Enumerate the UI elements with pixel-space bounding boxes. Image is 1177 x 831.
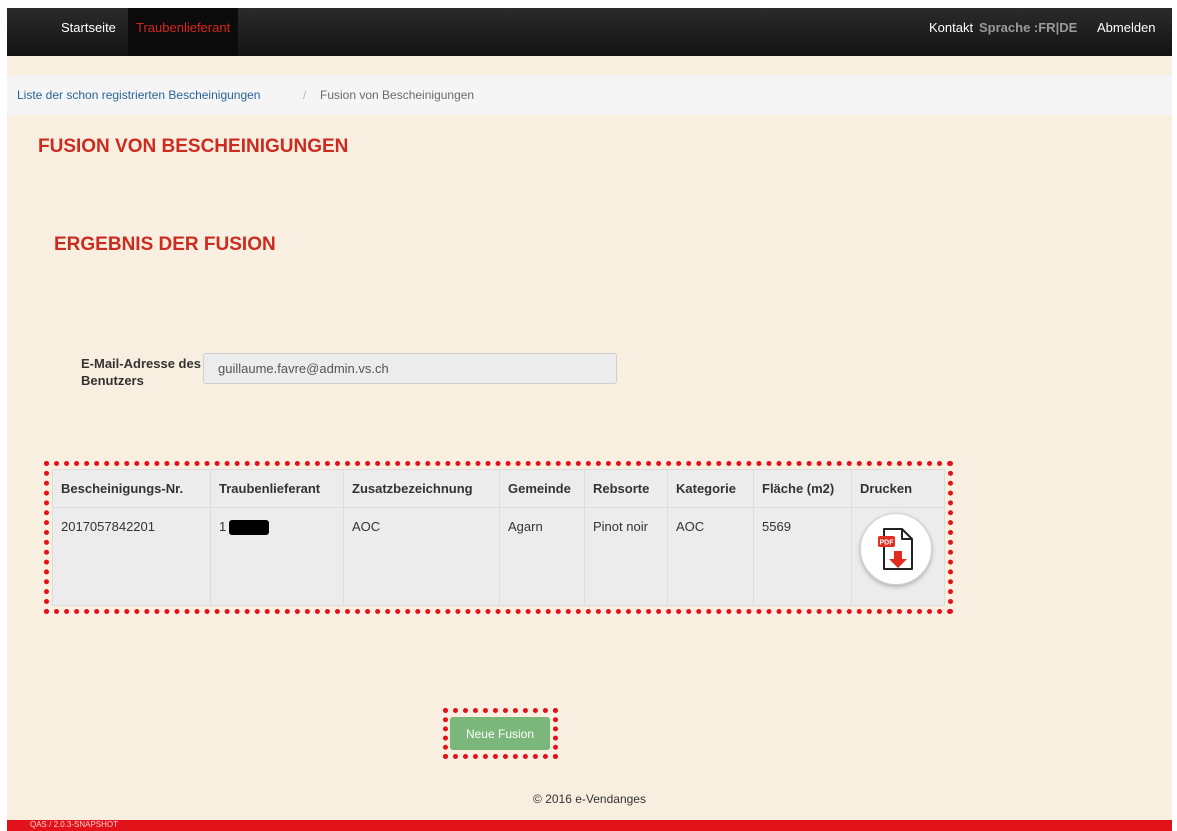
col-header-print: Drucken — [851, 469, 945, 508]
col-header-area: Fläche (m2) — [753, 469, 852, 508]
cell-designation: AOC — [343, 507, 500, 606]
cell-supplier-text: 1 — [219, 519, 227, 534]
cell-print: PDF — [851, 507, 945, 606]
new-fusion-button[interactable]: Neue Fusion — [450, 717, 550, 750]
footer-copyright: © 2016 e-Vendanges — [533, 792, 646, 806]
new-fusion-highlight: Neue Fusion — [443, 708, 558, 759]
nav-logout[interactable]: Abmelden — [1089, 8, 1164, 56]
col-header-supplier: Traubenlieferant — [210, 469, 344, 508]
nav-supplier[interactable]: Traubenlieferant — [128, 8, 239, 56]
status-bar: QAS / 2.0.3-SNAPSHOT — [7, 820, 1172, 831]
cell-area: 5569 — [753, 507, 852, 606]
col-header-designation: Zusatzbezeichnung — [343, 469, 500, 508]
svg-text:PDF: PDF — [880, 540, 895, 547]
cell-variety: Pinot noir — [584, 507, 668, 606]
breadcrumb: Liste der schon registrierten Bescheinig… — [7, 75, 1172, 115]
col-header-variety: Rebsorte — [584, 469, 668, 508]
cell-category: AOC — [667, 507, 754, 606]
results-table-highlight: Bescheinigungs-Nr. Traubenlieferant Zusa… — [44, 461, 953, 614]
redaction-block — [229, 520, 270, 536]
cell-commune: Agarn — [499, 507, 585, 606]
page-title: FUSION VON BESCHEINIGUNGEN — [38, 136, 349, 157]
table-row: 2017057842201 1 AOC Agarn Pinot noir AOC… — [52, 507, 945, 606]
email-field[interactable]: guillaume.favre@admin.vs.ch — [203, 353, 617, 384]
email-label: E-Mail-Adresse des Benutzers — [81, 356, 201, 388]
top-navbar: Startseite Traubenlieferant Kontakt Spra… — [7, 8, 1172, 56]
breadcrumb-separator: / — [303, 88, 307, 102]
results-table: Bescheinigungs-Nr. Traubenlieferant Zusa… — [52, 469, 945, 606]
cell-nr: 2017057842201 — [52, 507, 211, 606]
col-header-nr: Bescheinigungs-Nr. — [52, 469, 211, 508]
col-header-commune: Gemeinde — [499, 469, 585, 508]
nav-home[interactable]: Startseite — [53, 8, 124, 56]
cell-supplier: 1 — [210, 507, 344, 606]
section-title: ERGEBNIS DER FUSION — [54, 234, 276, 255]
pdf-download-button[interactable]: PDF — [860, 513, 932, 585]
table-header-row: Bescheinigungs-Nr. Traubenlieferant Zusa… — [52, 469, 945, 508]
version-label: QAS / 2.0.3-SNAPSHOT — [30, 820, 119, 829]
col-header-category: Kategorie — [667, 469, 754, 508]
page: Startseite Traubenlieferant Kontakt Spra… — [7, 8, 1172, 831]
breadcrumb-current: Fusion von Bescheinigungen — [320, 88, 475, 102]
pdf-download-icon: PDF — [878, 528, 913, 570]
breadcrumb-link-certificates[interactable]: Liste der schon registrierten Bescheinig… — [17, 75, 260, 115]
nav-language[interactable]: Sprache :FR|DE — [971, 8, 1085, 56]
